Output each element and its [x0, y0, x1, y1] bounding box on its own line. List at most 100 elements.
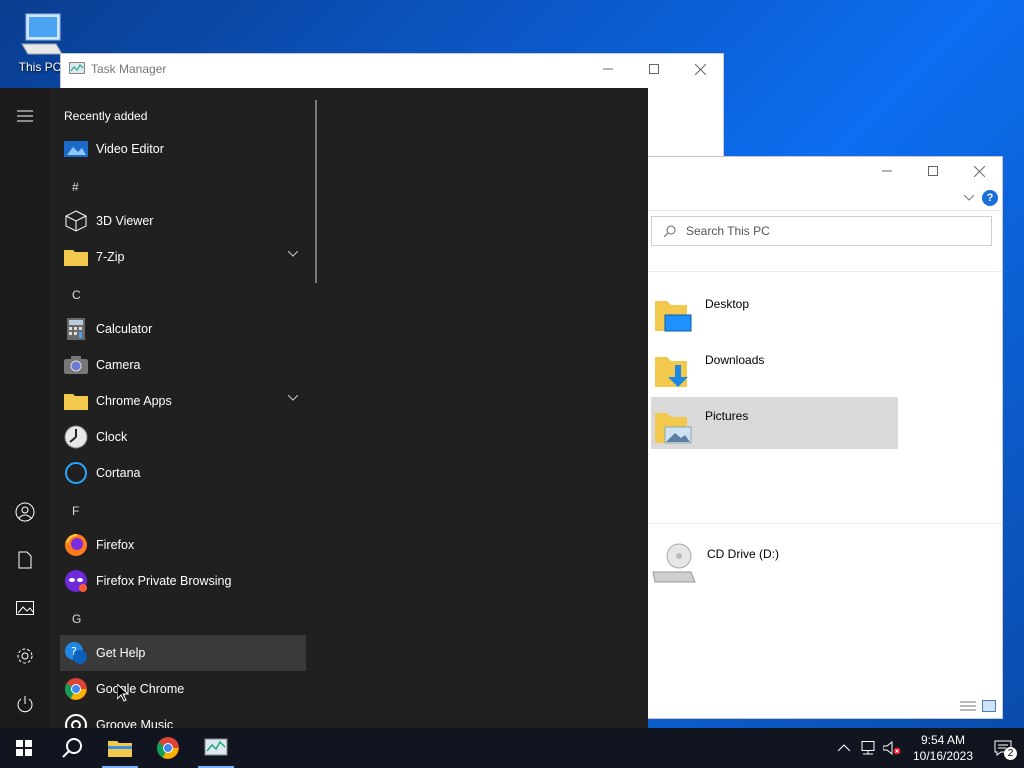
calculator-icon [67, 318, 85, 340]
app-video-editor[interactable]: Video Editor [60, 131, 306, 167]
close-icon [694, 63, 706, 75]
clock-icon [64, 425, 88, 449]
folder-pictures[interactable]: Pictures [651, 397, 898, 449]
start-rail [0, 88, 50, 728]
firefox-icon [65, 534, 87, 556]
cortana-icon [65, 462, 87, 484]
folder-icon [64, 394, 88, 410]
network-button[interactable] [856, 728, 880, 768]
app-label: Google Chrome [96, 682, 185, 696]
chrome-icon [65, 678, 87, 700]
ribbon-expand-chevron-icon[interactable] [964, 194, 974, 201]
show-hidden-icons-button[interactable] [832, 728, 856, 768]
app-cortana[interactable]: Cortana [60, 455, 306, 491]
expand-menu-button[interactable] [0, 96, 50, 136]
documents-button[interactable] [0, 540, 50, 580]
divider [641, 523, 1002, 524]
app-list[interactable]: Recently added Video Editor # 3D Viewer … [60, 88, 310, 728]
taskbar-chrome[interactable] [144, 728, 192, 768]
explorer-minimize-button[interactable] [864, 157, 910, 185]
windows-logo-icon [16, 740, 32, 756]
drive-cd-d[interactable]: CD Drive (D:) [651, 542, 779, 586]
search-icon [664, 225, 676, 237]
minimize-icon [603, 68, 613, 70]
search-button[interactable] [48, 728, 96, 768]
section-letter-hash[interactable]: # [72, 180, 79, 194]
settings-button[interactable] [0, 636, 50, 676]
app-clock[interactable]: Clock [60, 419, 306, 455]
minimize-button[interactable] [585, 54, 631, 84]
chrome-icon [157, 737, 179, 759]
app-7zip-folder[interactable]: 7-Zip [60, 239, 306, 275]
app-firefox-private[interactable]: Firefox Private Browsing [60, 563, 306, 599]
large-icons-view-icon[interactable] [982, 700, 996, 712]
app-groove-music[interactable]: Groove Music [60, 707, 306, 728]
firefox-private-icon [65, 570, 87, 592]
taskbar-task-manager[interactable] [192, 728, 240, 768]
start-button[interactable] [0, 728, 48, 768]
volume-button[interactable] [880, 728, 904, 768]
section-letter-f[interactable]: F [72, 504, 79, 518]
app-google-chrome[interactable]: Google Chrome [60, 671, 306, 707]
camera-icon [64, 356, 88, 374]
app-camera[interactable]: Camera [60, 347, 306, 383]
help-icon[interactable]: ? [982, 189, 998, 206]
power-icon [17, 696, 33, 713]
app-label: Firefox [96, 538, 135, 552]
taskbar: 9:54 AM 10/16/2023 2 [0, 728, 1024, 768]
power-button[interactable] [0, 684, 50, 724]
get-help-icon: ? [65, 642, 87, 664]
scrollbar[interactable] [315, 100, 317, 283]
details-view-icon[interactable] [960, 700, 976, 712]
app-label: Get Help [96, 646, 146, 660]
folder-name: Desktop [705, 297, 750, 311]
divider [641, 271, 1002, 272]
clock-time: 9:54 AM [920, 733, 966, 747]
app-chrome-apps-folder[interactable]: Chrome Apps [60, 383, 306, 419]
video-editor-icon [64, 141, 88, 157]
maximize-button[interactable] [631, 54, 677, 84]
folder-downloads[interactable]: Downloads [651, 341, 898, 393]
account-button[interactable] [0, 492, 50, 532]
section-letter-c[interactable]: C [72, 288, 81, 302]
file-explorer-window[interactable]: ? Search This PC Desktop Downloads Pictu… [640, 156, 1003, 719]
groove-music-icon [65, 714, 87, 728]
chevron-down-icon [288, 251, 298, 257]
app-label: Clock [96, 430, 128, 444]
chevron-up-icon [838, 744, 850, 752]
chevron-down-icon [288, 395, 298, 401]
explorer-maximize-button[interactable] [910, 157, 956, 185]
explorer-titlebar[interactable] [641, 157, 1002, 185]
folder-desktop[interactable]: Desktop [651, 285, 898, 337]
mouse-cursor-icon [117, 684, 129, 702]
taskbar-file-explorer[interactable] [96, 728, 144, 768]
minimize-icon [882, 170, 892, 172]
file-explorer-icon [108, 741, 132, 757]
volume-muted-icon [883, 741, 901, 755]
pictures-folder-icon [655, 413, 692, 444]
app-label: Calculator [96, 322, 153, 336]
task-manager-titlebar[interactable]: Task Manager [61, 54, 723, 84]
search-input[interactable]: Search This PC [651, 216, 992, 246]
app-firefox[interactable]: Firefox [60, 527, 306, 563]
folder-name: Downloads [705, 353, 765, 367]
gear-icon [17, 648, 33, 664]
app-get-help[interactable]: ? Get Help [60, 635, 306, 671]
close-button[interactable] [677, 54, 723, 84]
taskbar-clock[interactable]: 9:54 AM 10/16/2023 [904, 732, 982, 764]
app-calculator[interactable]: Calculator [60, 311, 306, 347]
section-letter-g[interactable]: G [72, 612, 81, 626]
app-label: 7-Zip [96, 250, 125, 264]
pictures-button[interactable] [0, 588, 50, 628]
action-center-button[interactable]: 2 [982, 728, 1024, 768]
explorer-close-button[interactable] [956, 157, 1002, 185]
close-icon [973, 165, 985, 177]
notification-count-badge: 2 [1004, 747, 1017, 760]
start-menu: Recently added Video Editor # 3D Viewer … [0, 88, 648, 728]
folder-icon [64, 250, 88, 266]
app-label: Firefox Private Browsing [96, 574, 232, 588]
maximize-icon [928, 166, 938, 176]
app-3d-viewer[interactable]: 3D Viewer [60, 203, 306, 239]
folder-name: Pictures [705, 409, 749, 423]
system-tray: 9:54 AM 10/16/2023 2 [832, 728, 1024, 768]
